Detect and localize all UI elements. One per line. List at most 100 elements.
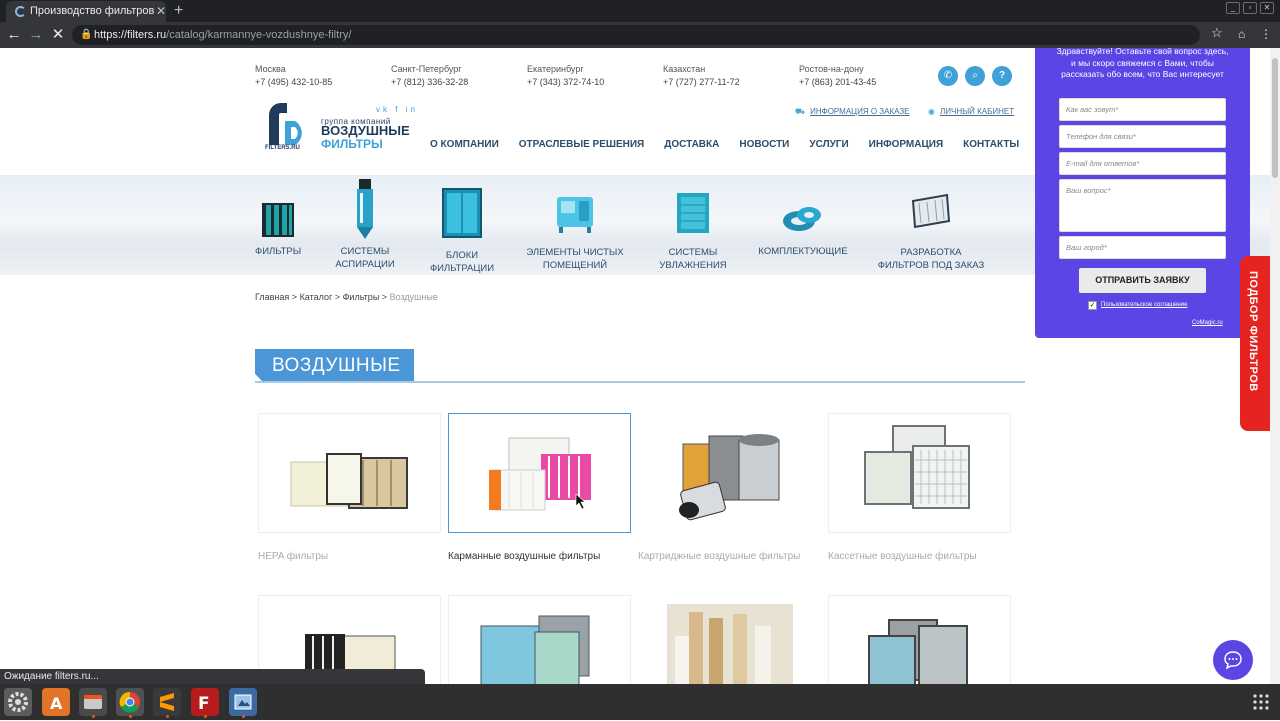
- breadcrumb-current: Воздушные: [389, 292, 438, 302]
- help-icon[interactable]: ?: [992, 66, 1012, 86]
- close-tab-icon[interactable]: ✕: [156, 1, 166, 22]
- browser-tabbar: Производство фильтров ✕ + _ ▫ ✕: [0, 0, 1280, 22]
- contact-city: Ростов-на-дону: [799, 64, 864, 74]
- contact-phone[interactable]: +7 (812) 336-32-28: [391, 76, 527, 89]
- back-button[interactable]: ←: [4, 25, 24, 45]
- name-input[interactable]: Как вас зовут*: [1059, 98, 1226, 121]
- settings-app-icon[interactable]: [4, 688, 32, 716]
- cabinet-label: ЛИЧНЫЙ КАБИНЕТ: [939, 107, 1015, 116]
- submit-request-button[interactable]: ОТПРАВИТЬ ЗАЯВКУ: [1079, 268, 1206, 293]
- web-page: Москва +7 (495) 432-10-85 Санкт-Петербур…: [0, 48, 1270, 684]
- scrollbar-thumb[interactable]: [1272, 58, 1278, 178]
- contact-city: Казахстан: [663, 64, 706, 74]
- category-humidification[interactable]: СИСТЕМЫ УВЛАЖНЕНИЯ: [658, 191, 728, 272]
- breadcrumb-home[interactable]: Главная: [255, 292, 289, 302]
- extension-icon[interactable]: ⌂: [1238, 27, 1245, 41]
- minimize-button[interactable]: _: [1226, 2, 1240, 14]
- filter-selection-tab[interactable]: ПОДБОР ФИЛЬТРОВ: [1240, 256, 1270, 431]
- order-info-link[interactable]: ⛟ ИНФОРМАЦИЯ О ЗАКАЗЕ: [795, 107, 910, 117]
- product-card[interactable]: [828, 595, 1011, 684]
- show-applications-icon[interactable]: [1252, 693, 1270, 711]
- contact-spb: Санкт-Петербург +7 (812) 336-32-28: [391, 63, 527, 89]
- filter-image: [480, 615, 590, 684]
- email-input[interactable]: E-mail для ответов*: [1059, 152, 1226, 175]
- tab-title: Производство фильтров: [30, 5, 155, 17]
- phone-input[interactable]: Телефон для связи*: [1059, 125, 1226, 148]
- cassette-filter-image: [864, 425, 970, 509]
- bookmark-star-icon[interactable]: ☆: [1211, 25, 1223, 41]
- nav-services[interactable]: УСЛУГИ: [809, 139, 848, 150]
- contact-phone[interactable]: +7 (863) 201-43-45: [799, 76, 935, 89]
- nav-delivery[interactable]: ДОСТАВКА: [664, 139, 719, 150]
- product-card[interactable]: [638, 595, 821, 684]
- browser-tab[interactable]: Производство фильтров ✕: [6, 1, 166, 22]
- social-links[interactable]: vk f in: [376, 105, 418, 114]
- contact-rostov: Ростов-на-дону +7 (863) 201-43-45: [799, 63, 935, 89]
- cabinet-link[interactable]: ◉ ЛИЧНЫЙ КАБИНЕТ: [928, 107, 1014, 116]
- page-scrollbar[interactable]: [1270, 48, 1280, 684]
- agreement-checkbox[interactable]: ✓: [1088, 301, 1097, 310]
- title-underline: [255, 381, 1025, 383]
- search-icon[interactable]: ⌕: [965, 66, 985, 86]
- running-indicator: [166, 715, 169, 718]
- product-label[interactable]: Картриджные воздушные фильтры: [638, 551, 800, 562]
- hepa-filter-image: [290, 453, 408, 509]
- sublime-text-icon[interactable]: [153, 688, 181, 716]
- category-aspiration[interactable]: СИСТЕМЫ АСПИРАЦИИ: [330, 179, 400, 271]
- breadcrumb-filters[interactable]: Фильтры: [343, 292, 380, 302]
- contact-city: Москва: [255, 64, 286, 74]
- comagic-link[interactable]: CoMagic.ru: [1192, 320, 1223, 326]
- question-textarea[interactable]: Ваш вопрос*: [1059, 179, 1226, 232]
- breadcrumb-catalog[interactable]: Каталог: [300, 292, 333, 302]
- product-label[interactable]: Карманные воздушные фильтры: [448, 551, 600, 562]
- logo-tag: FILTERS.RU: [265, 145, 300, 151]
- file-manager-icon[interactable]: [79, 688, 107, 716]
- product-card[interactable]: [448, 595, 631, 684]
- screenshot-tool-icon[interactable]: [229, 688, 257, 716]
- city-input[interactable]: Ваш город*: [1059, 236, 1226, 259]
- contact-phone[interactable]: +7 (343) 372-74-10: [527, 76, 663, 89]
- product-card-pocket[interactable]: [448, 413, 631, 533]
- forward-button[interactable]: →: [26, 25, 46, 45]
- chrome-icon[interactable]: [116, 688, 144, 716]
- address-bar-row: ← → ✕ 🔒 https://filters.ru/catalog/karma…: [0, 22, 1280, 48]
- new-tab-button[interactable]: +: [174, 0, 183, 21]
- product-card-cassette[interactable]: [828, 413, 1011, 533]
- chat-button[interactable]: [1213, 640, 1253, 680]
- agreement-link[interactable]: Пользовательское соглашение: [1101, 302, 1187, 308]
- category-filters[interactable]: ФИЛЬТРЫ: [255, 199, 301, 258]
- category-components[interactable]: КОМПЛЕКТУЮЩИЕ: [758, 199, 848, 258]
- software-center-icon[interactable]: A: [42, 688, 70, 716]
- nav-info[interactable]: ИНФОРМАЦИЯ: [869, 139, 944, 150]
- product-card-cartridge[interactable]: [638, 413, 821, 533]
- nav-contacts[interactable]: КОНТАКТЫ: [963, 139, 1019, 150]
- filtration-block-icon: [442, 188, 482, 238]
- category-label: ЭЛЕМЕНТЫ ЧИСТЫХ: [526, 247, 624, 258]
- category-cleanroom[interactable]: ЭЛЕМЕНТЫ ЧИСТЫХ ПОМЕЩЕНИЙ: [525, 191, 625, 272]
- product-card-hepa[interactable]: [258, 413, 441, 533]
- nav-about[interactable]: О КОМПАНИИ: [430, 139, 499, 150]
- filezilla-icon[interactable]: F: [191, 688, 219, 716]
- breadcrumb: Главная > Каталог > Фильтры > Воздушные: [255, 292, 438, 302]
- nav-news[interactable]: НОВОСТИ: [739, 139, 789, 150]
- contact-phone[interactable]: +7 (727) 277-11-72: [663, 76, 799, 89]
- stop-loading-button[interactable]: ✕: [48, 25, 68, 45]
- category-custom[interactable]: РАЗРАБОТКА ФИЛЬТРОВ ПОД ЗАКАЗ: [875, 191, 987, 272]
- menu-dots-icon[interactable]: ⋮: [1260, 27, 1272, 41]
- cartridge-filter-image: [679, 434, 780, 521]
- product-label[interactable]: Кассетные воздушные фильтры: [828, 551, 977, 562]
- components-icon: [783, 207, 821, 231]
- phone-icon[interactable]: ✆: [938, 66, 958, 86]
- url-input[interactable]: 🔒 https://filters.ru/catalog/karmannye-v…: [72, 25, 1200, 45]
- contact-moscow: Москва +7 (495) 432-10-85: [255, 63, 391, 89]
- close-window-button[interactable]: ✕: [1260, 2, 1274, 14]
- category-label: БЛОКИ: [445, 250, 479, 261]
- product-label[interactable]: HEPA фильтры: [258, 551, 328, 562]
- contact-phone[interactable]: +7 (495) 432-10-85: [255, 76, 391, 89]
- category-label: ФИЛЬТРЫ: [255, 246, 302, 257]
- category-filtration-blocks[interactable]: БЛОКИ ФИЛЬТРАЦИИ: [425, 187, 499, 275]
- category-label: УВЛАЖНЕНИЯ: [659, 260, 727, 271]
- lock-icon: 🔒: [80, 29, 93, 40]
- maximize-button[interactable]: ▫: [1243, 2, 1257, 14]
- nav-industries[interactable]: ОТРАСЛЕВЫЕ РЕШЕНИЯ: [519, 139, 644, 150]
